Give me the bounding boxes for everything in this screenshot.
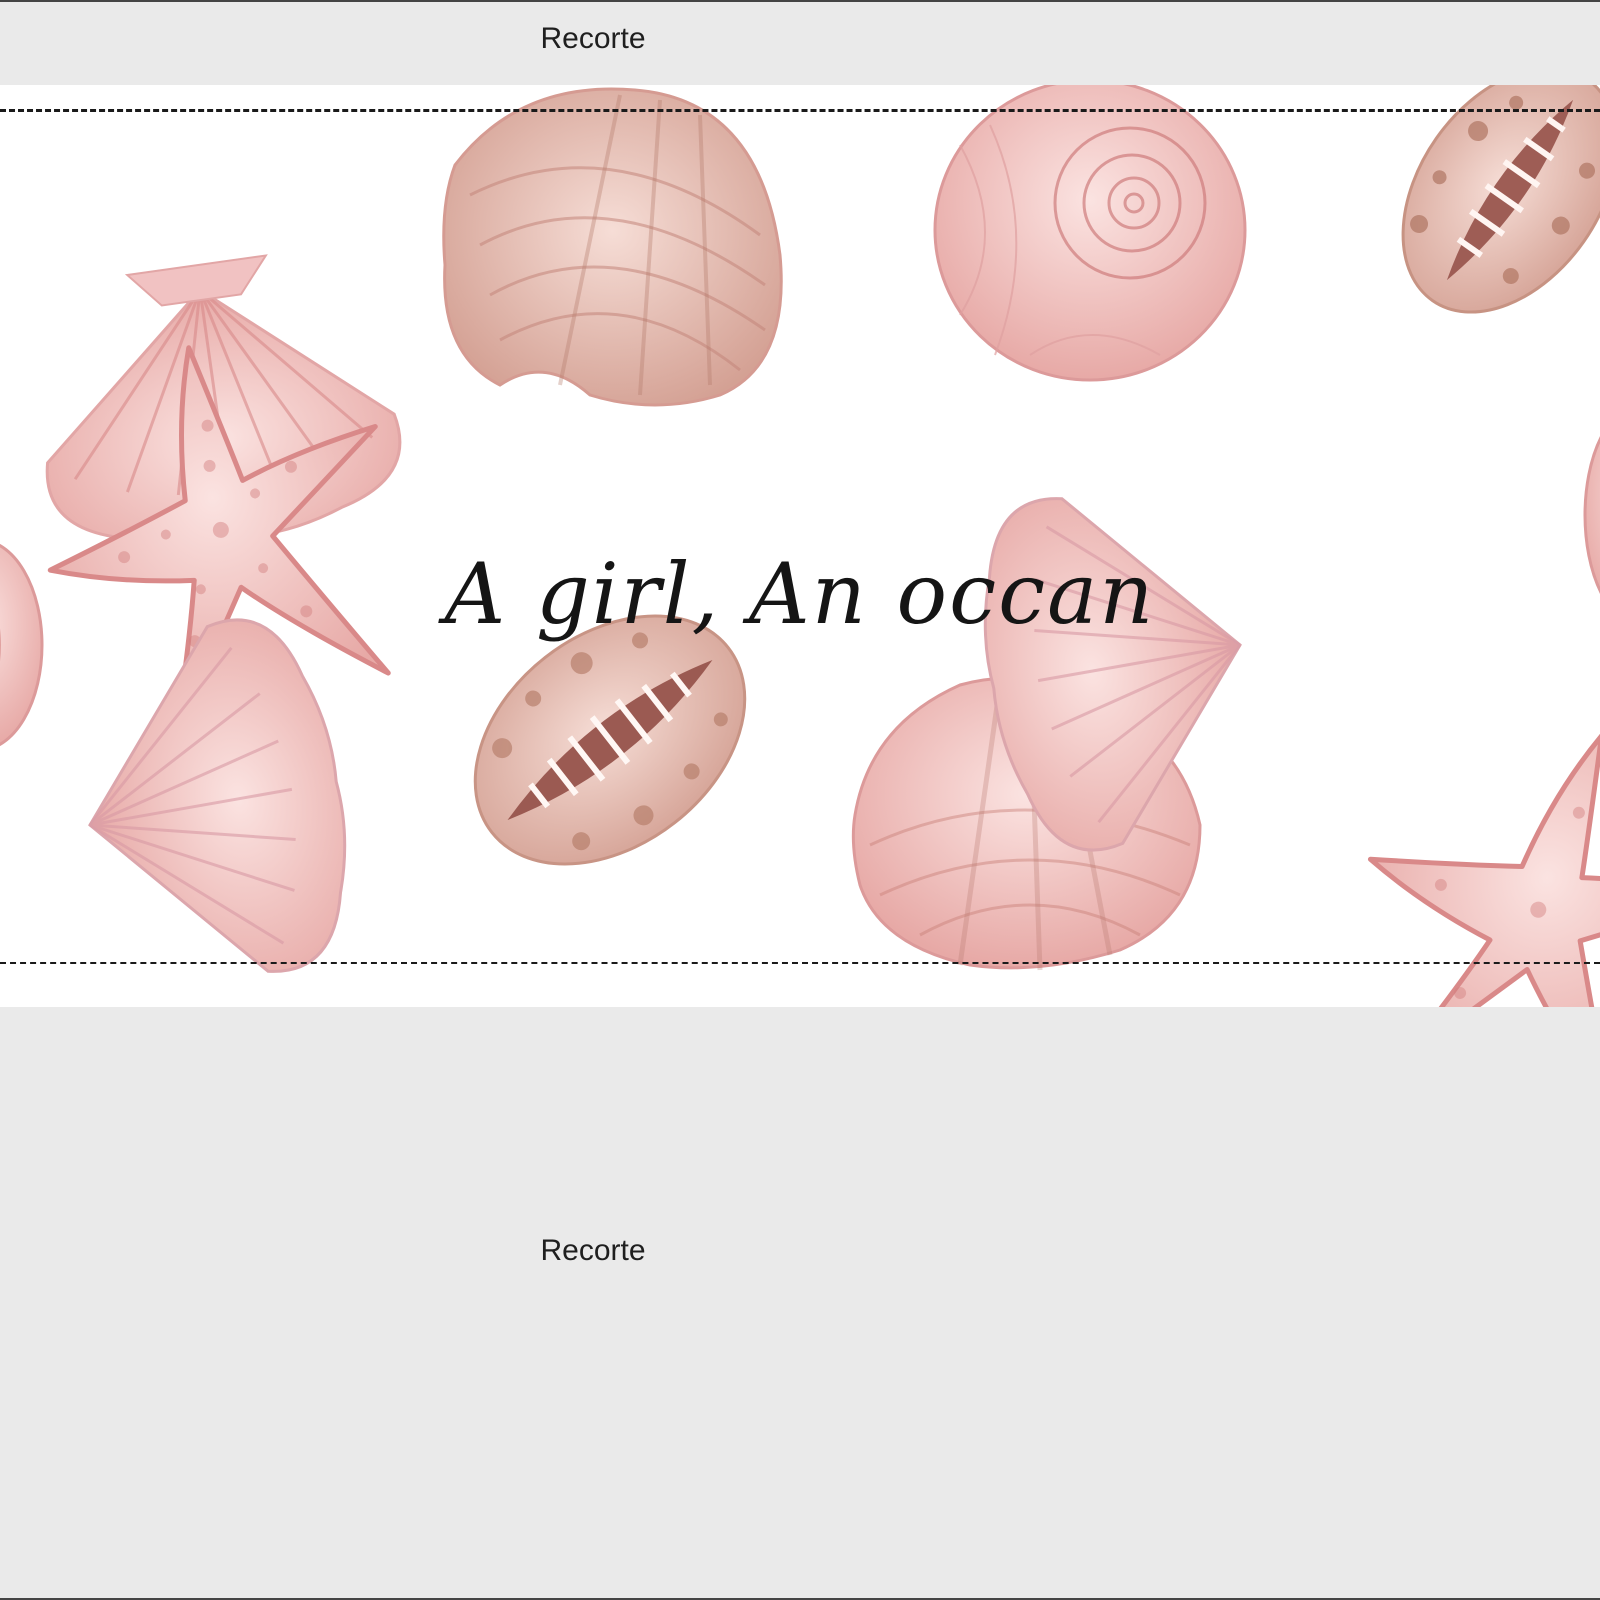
design-title[interactable]: A girl, An occan: [0, 545, 1600, 643]
starfish-icon: [1367, 733, 1600, 1007]
clam-shell-icon: [442, 87, 783, 407]
design-canvas[interactable]: A girl, An occan: [0, 85, 1600, 1007]
spiral-shell-icon: [933, 85, 1247, 382]
crop-label-bottom: Recorte: [540, 1234, 646, 1267]
scallop-shell-icon: [62, 618, 347, 975]
cowrie-shell-icon: [1401, 85, 1600, 314]
crop-label-top: Recorte: [540, 22, 646, 55]
cut-line-bottom: [0, 962, 1600, 964]
cut-line-top: [0, 109, 1600, 112]
